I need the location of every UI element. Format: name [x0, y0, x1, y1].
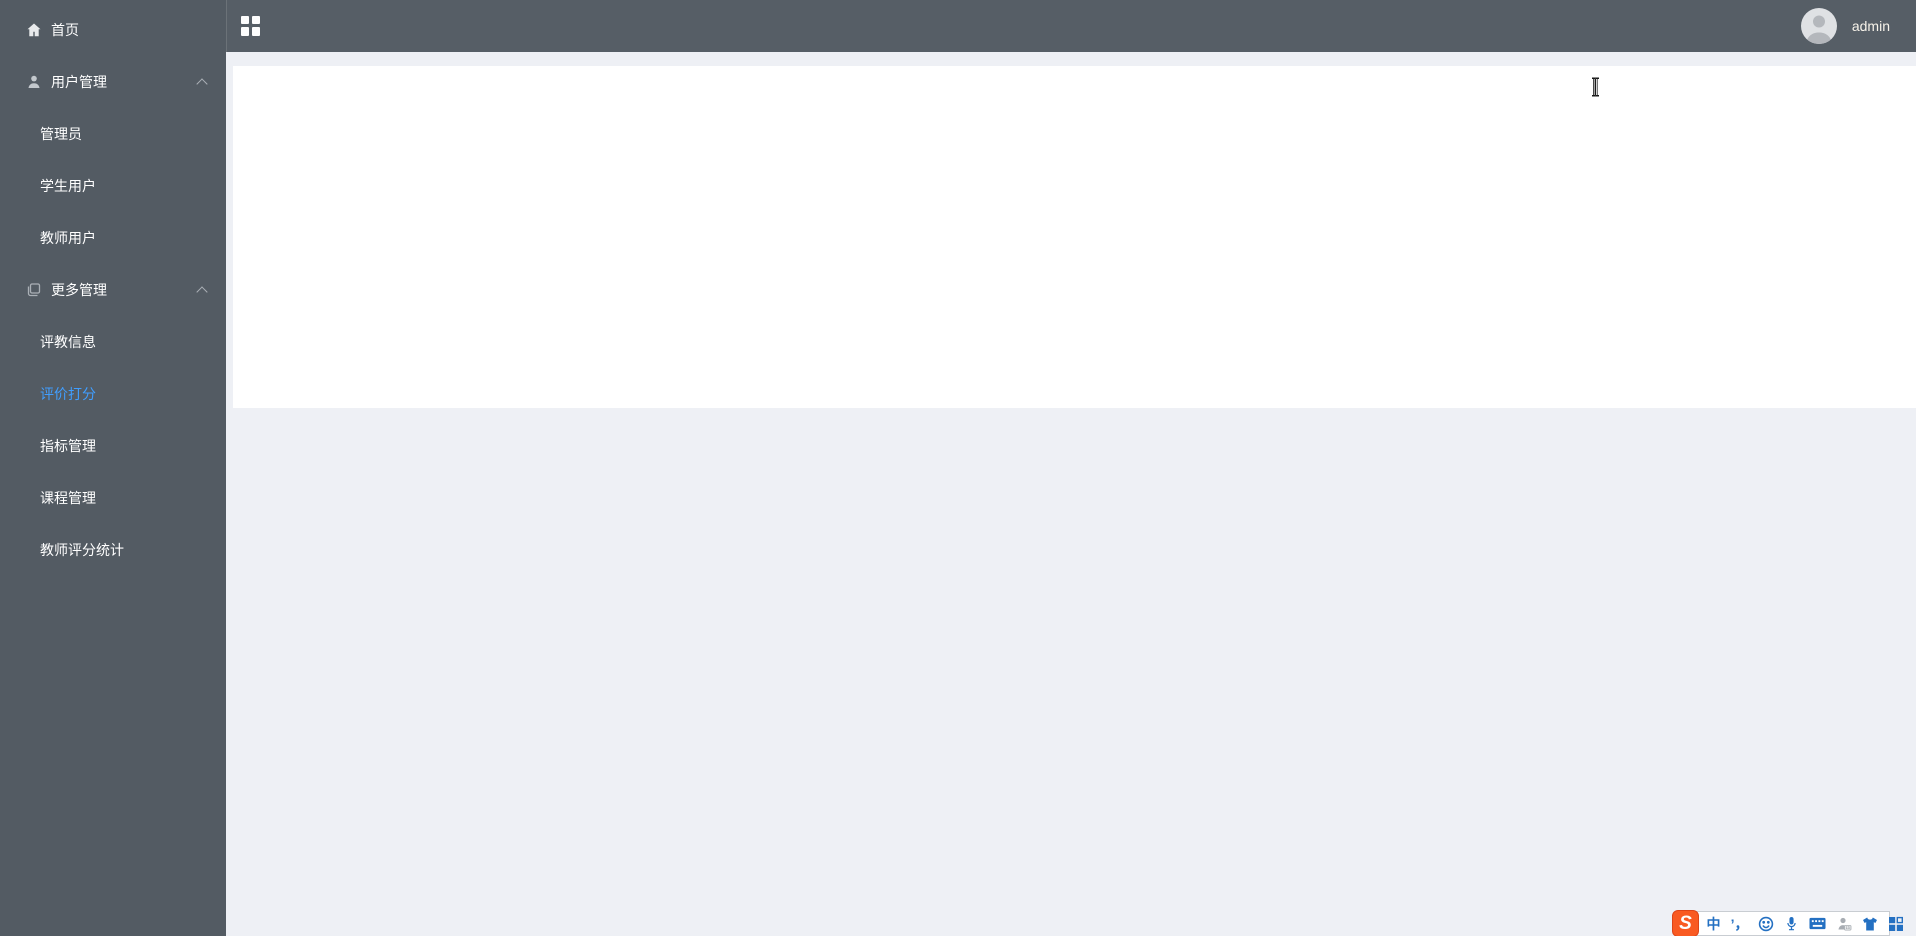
documents-icon: [26, 282, 42, 298]
sidebar-menu: 首页 用户管理 管理员 学生用户 教师用户 更多管理 评教信息 评价打分 指标管…: [0, 0, 226, 576]
sidebar-item-label: 学生用户: [40, 178, 96, 194]
sidebar-item-evaluation-info[interactable]: 评教信息: [0, 316, 226, 368]
sidebar-item-more-management[interactable]: 更多管理: [0, 264, 226, 316]
chevron-up-icon: [196, 286, 208, 298]
sidebar-item-admins[interactable]: 管理员: [0, 108, 226, 160]
chinese-mode-icon[interactable]: 中: [1705, 915, 1722, 932]
sidebar-item-home[interactable]: 首页: [0, 4, 226, 56]
user-icon: [26, 74, 42, 90]
keyboard-icon[interactable]: [1809, 915, 1826, 932]
skin-shirt-icon[interactable]: [1861, 915, 1878, 932]
sidebar-item-label: 课程管理: [40, 490, 96, 506]
passthrough-person-icon[interactable]: 13: [1835, 915, 1852, 932]
sogou-logo[interactable]: S: [1672, 910, 1699, 936]
top-bar: admin: [226, 0, 1916, 52]
apps-grid-icon[interactable]: [241, 15, 261, 37]
sidebar-item-teacher-users[interactable]: 教师用户: [0, 212, 226, 264]
app-screen: 首页 用户管理 管理员 学生用户 教师用户 更多管理 评教信息 评价打分 指标管…: [0, 0, 1916, 936]
sidebar-item-label: 指标管理: [40, 438, 96, 454]
microphone-icon[interactable]: [1783, 915, 1800, 932]
home-icon: [26, 22, 42, 38]
ibeam-cursor: [1590, 77, 1601, 102]
sidebar-item-label: 用户管理: [51, 74, 107, 90]
sidebar-item-label: 教师用户: [40, 230, 96, 246]
sidebar-item-label: 更多管理: [51, 282, 107, 298]
sidebar-item-label: 管理员: [40, 126, 82, 142]
avatar: [1800, 8, 1837, 44]
sidebar-item-user-management[interactable]: 用户管理: [0, 56, 226, 108]
sidebar-item-label: 首页: [51, 22, 79, 38]
sidebar: 首页 用户管理 管理员 学生用户 教师用户 更多管理 评教信息 评价打分 指标管…: [0, 0, 226, 936]
emoji-icon[interactable]: [1757, 915, 1774, 932]
sidebar-item-label: 教师评分统计: [40, 542, 124, 558]
sidebar-item-label: 评价打分: [40, 386, 96, 402]
sidebar-item-indicator-management[interactable]: 指标管理: [0, 420, 226, 472]
sogou-logo-letter: S: [1679, 912, 1692, 934]
punctuation-icon[interactable]: ’，: [1731, 915, 1749, 932]
toolbox-grid-icon[interactable]: [1887, 915, 1904, 932]
ime-toolbar-items: 中 ’， 13: [1705, 915, 1904, 932]
username-label: admin: [1851, 18, 1890, 34]
ime-toolbar: S 中 ’， 13: [1672, 910, 1903, 936]
sidebar-item-label: 评教信息: [40, 334, 96, 350]
svg-text:13: 13: [1845, 926, 1849, 930]
sidebar-item-student-users[interactable]: 学生用户: [0, 160, 226, 212]
sidebar-item-evaluation-score[interactable]: 评价打分: [0, 368, 226, 420]
sidebar-item-teacher-score-stats[interactable]: 教师评分统计: [0, 524, 226, 576]
evaluation-score-form-card: [233, 66, 1916, 408]
chevron-up-icon: [196, 78, 208, 90]
sidebar-item-course-management[interactable]: 课程管理: [0, 472, 226, 524]
user-menu[interactable]: admin: [1800, 8, 1890, 44]
